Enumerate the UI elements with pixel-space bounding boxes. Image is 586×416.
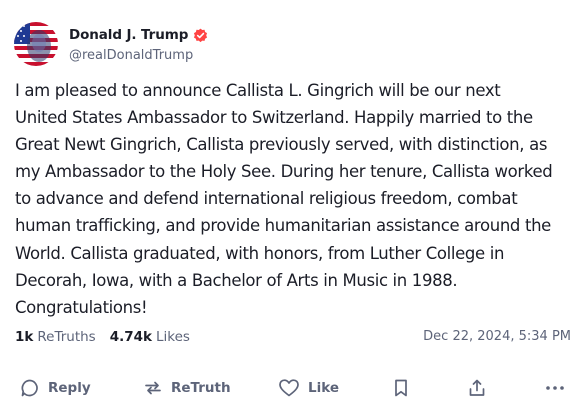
avatar-image [14, 22, 58, 66]
post-stats: 1k ReTruths 4.74k Likes [15, 328, 204, 346]
reply-label: Reply [48, 380, 91, 396]
more-options-button[interactable] [544, 372, 566, 404]
author-handle[interactable]: @realDonaldTrump [69, 48, 193, 63]
post-timestamp[interactable]: Dec 22, 2024, 5:34 PM [423, 329, 571, 344]
post-text-line: Congratulations! [15, 297, 148, 317]
retruth-icon [145, 381, 161, 395]
bookmark-icon [395, 379, 407, 397]
retruth-label: ReTruth [171, 380, 231, 396]
author-display-name[interactable]: Donald J. Trump [69, 27, 188, 43]
like-icon [279, 379, 299, 397]
post-text-line: World. Callista graduated, with honors, … [15, 243, 505, 263]
retruths-stat[interactable]: 1k ReTruths [15, 329, 96, 345]
like-button[interactable]: Like [278, 372, 339, 404]
post-text-line: I am pleased to announce Callista L. Gin… [15, 81, 501, 100]
post-text-line: human trafficking, and provide humanitar… [15, 216, 551, 236]
retruths-label: ReTruths [37, 329, 96, 345]
reply-icon [21, 379, 38, 397]
reply-button[interactable]: Reply [20, 372, 91, 404]
retruths-count: 1k [15, 329, 34, 345]
retruth-button[interactable]: ReTruth [143, 372, 231, 404]
share-icon [469, 379, 485, 396]
likes-count: 4.74k [109, 329, 153, 345]
action-bar: Reply ReTruth Like [0, 372, 586, 404]
like-label: Like [308, 380, 340, 396]
likes-stat[interactable]: 4.74k Likes [110, 329, 190, 345]
more-icon [546, 386, 564, 390]
post-text-line: Great Newt Gingrich, Callista previously… [15, 135, 548, 155]
likes-label: Likes [156, 329, 190, 345]
post-card: Donald J. Trump @realDonaldTrump I am pl… [0, 0, 586, 416]
post-text-line: United States Ambassador to Switzerland.… [15, 108, 533, 128]
verified-check-icon [194, 28, 208, 42]
post-text-line: Decorah, Iowa, with a Bachelor of Arts i… [15, 270, 458, 290]
author-name-row: Donald J. Trump [69, 26, 208, 44]
share-button[interactable] [467, 372, 487, 404]
bookmark-button[interactable] [392, 372, 410, 404]
post-body: I am pleased to announce Callista L. Gin… [15, 77, 585, 321]
post-text-line: my Ambassador to the Holy See. During he… [15, 162, 553, 182]
avatar[interactable] [14, 22, 58, 66]
post-text-line: to advance and defend international reli… [15, 189, 518, 209]
